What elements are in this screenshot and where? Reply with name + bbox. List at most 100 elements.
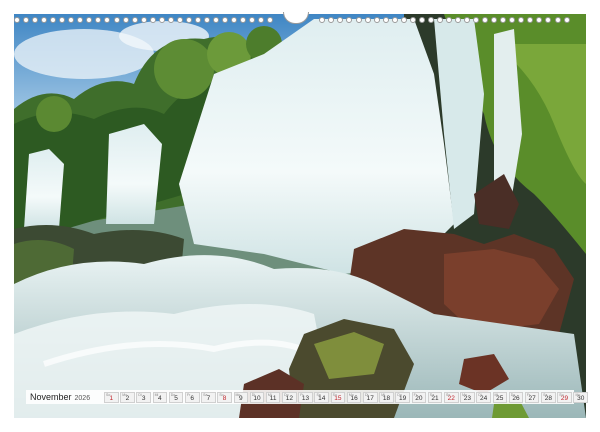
weekday-label: Do — [170, 392, 176, 397]
day-cell: Mo 23 — [460, 391, 475, 403]
binding-ring — [364, 17, 371, 23]
month-name: November — [30, 392, 72, 402]
weekday-label: Mo — [348, 392, 354, 397]
day-cell: Fr 20 — [411, 391, 427, 403]
day-cell: So 1 — [104, 391, 119, 403]
weekday-label: Mi — [494, 392, 499, 397]
day-cell: Fr 6 — [184, 391, 200, 403]
binding-ring — [418, 17, 425, 23]
weekday-label: So — [445, 392, 451, 397]
binding-ring — [427, 17, 434, 23]
binding-ring — [267, 17, 274, 23]
weekday-label: Do — [510, 392, 516, 397]
binding-ring — [32, 17, 39, 23]
weekday-label: So — [106, 392, 111, 397]
day-cell: Fr 13 — [298, 391, 313, 403]
binding-ring — [554, 17, 561, 23]
day-cell: Mo 16 — [346, 391, 362, 403]
day-cell: Mi 4 — [152, 391, 168, 403]
day-cell: Mo 30 — [573, 391, 589, 403]
day-cell: Do 5 — [168, 391, 184, 403]
binding-ring — [140, 17, 147, 23]
binding-ring — [391, 17, 398, 23]
binding-ring — [464, 17, 471, 23]
weekday-label: So — [219, 392, 224, 397]
binding-ring — [346, 17, 353, 23]
binding-ring — [473, 17, 480, 23]
day-cell: Sa 21 — [427, 391, 443, 403]
weekday-label: Sa — [429, 392, 435, 397]
binding-ring — [77, 17, 84, 23]
calendar-date-strip: November 2026 So 1 Mo 2 Di 3 Mi 4 Do 5 Fr 6 Sa 7 So 8 Mo 9… — [26, 390, 589, 404]
binding-ring — [249, 17, 256, 23]
binding-ring — [240, 17, 247, 23]
binding-ring — [95, 17, 102, 23]
day-number: 4 — [158, 394, 162, 402]
binding-ring — [86, 17, 93, 23]
binding-ring — [509, 17, 516, 23]
weekday-label: Fr — [526, 392, 531, 397]
day-cell: So 22 — [443, 391, 459, 403]
day-cell: Di 3 — [136, 391, 151, 403]
binding-ring — [59, 17, 66, 23]
day-cell: So 8 — [217, 391, 232, 403]
binding-ring — [337, 17, 344, 23]
weekday-label: Mi — [154, 392, 159, 397]
binding-ring — [176, 17, 183, 23]
waterfall-photo — [14, 14, 586, 418]
binding-ring — [149, 17, 156, 23]
weekday-label: Fr — [300, 392, 304, 397]
binding-ring — [23, 17, 30, 23]
weekday-label: Di — [138, 392, 142, 397]
weekday-label: Sa — [203, 392, 208, 397]
day-cell: Di 17 — [363, 391, 378, 403]
binding-ring — [455, 17, 462, 23]
binding-ring — [518, 17, 525, 23]
weekday-label: Do — [284, 392, 289, 397]
weekday-label: So — [332, 392, 337, 397]
binding-ring — [491, 17, 498, 23]
day-cell: Do 12 — [282, 391, 297, 403]
day-cell: Do 26 — [508, 391, 524, 403]
binding-ring — [400, 17, 407, 23]
day-cell: Mi 25 — [492, 391, 508, 403]
binding-ring — [536, 17, 543, 23]
weekday-label: Sa — [543, 392, 548, 397]
binding-ring — [68, 17, 75, 23]
day-cell: So 29 — [557, 391, 572, 403]
day-cell: Mi 11 — [265, 391, 281, 403]
binding-ring — [545, 17, 552, 23]
binding-ring — [319, 17, 326, 23]
weekday-label: Mo — [122, 392, 128, 397]
binding-ring — [355, 17, 362, 23]
weekday-label: Sa — [316, 392, 321, 397]
binding-ring — [409, 17, 416, 23]
binding-ring — [222, 17, 229, 23]
binding-ring — [203, 17, 210, 23]
binding-ring — [50, 17, 57, 23]
day-cells: So 1 Mo 2 Di 3 Mi 4 Do 5 Fr 6 Sa 7 So 8 Mo 9 Di 10 Mi 11 Do 12 F… — [104, 391, 589, 403]
binding-ring — [185, 17, 192, 23]
binding-ring — [113, 17, 120, 23]
day-cell: Sa 14 — [314, 391, 330, 403]
weekday-label: Mo — [462, 392, 467, 397]
day-number: 6 — [190, 394, 195, 402]
calendar-page: November 2026 So 1 Mo 2 Di 3 Mi 4 Do 5 Fr 6 Sa 7 So 8 Mo 9… — [0, 0, 600, 432]
day-cell: Mi 18 — [379, 391, 394, 403]
binding-ring — [213, 17, 220, 23]
day-cell: Mo 9 — [233, 391, 249, 403]
binding-rings-left — [14, 17, 274, 23]
weekday-label: Mo — [235, 392, 241, 397]
weekday-label: Fr — [413, 392, 417, 397]
day-cell: Do 19 — [395, 391, 410, 403]
binding-ring — [482, 17, 489, 23]
binding-ring — [122, 17, 129, 23]
weekday-label: Mi — [267, 392, 272, 397]
binding-ring — [563, 17, 570, 23]
day-cell: Sa 7 — [201, 391, 216, 403]
year-label: 2026 — [74, 395, 91, 402]
binding-ring — [328, 17, 335, 23]
weekday-label: Di — [478, 392, 482, 397]
binding-rings-right — [319, 17, 570, 23]
binding-ring — [14, 17, 20, 23]
